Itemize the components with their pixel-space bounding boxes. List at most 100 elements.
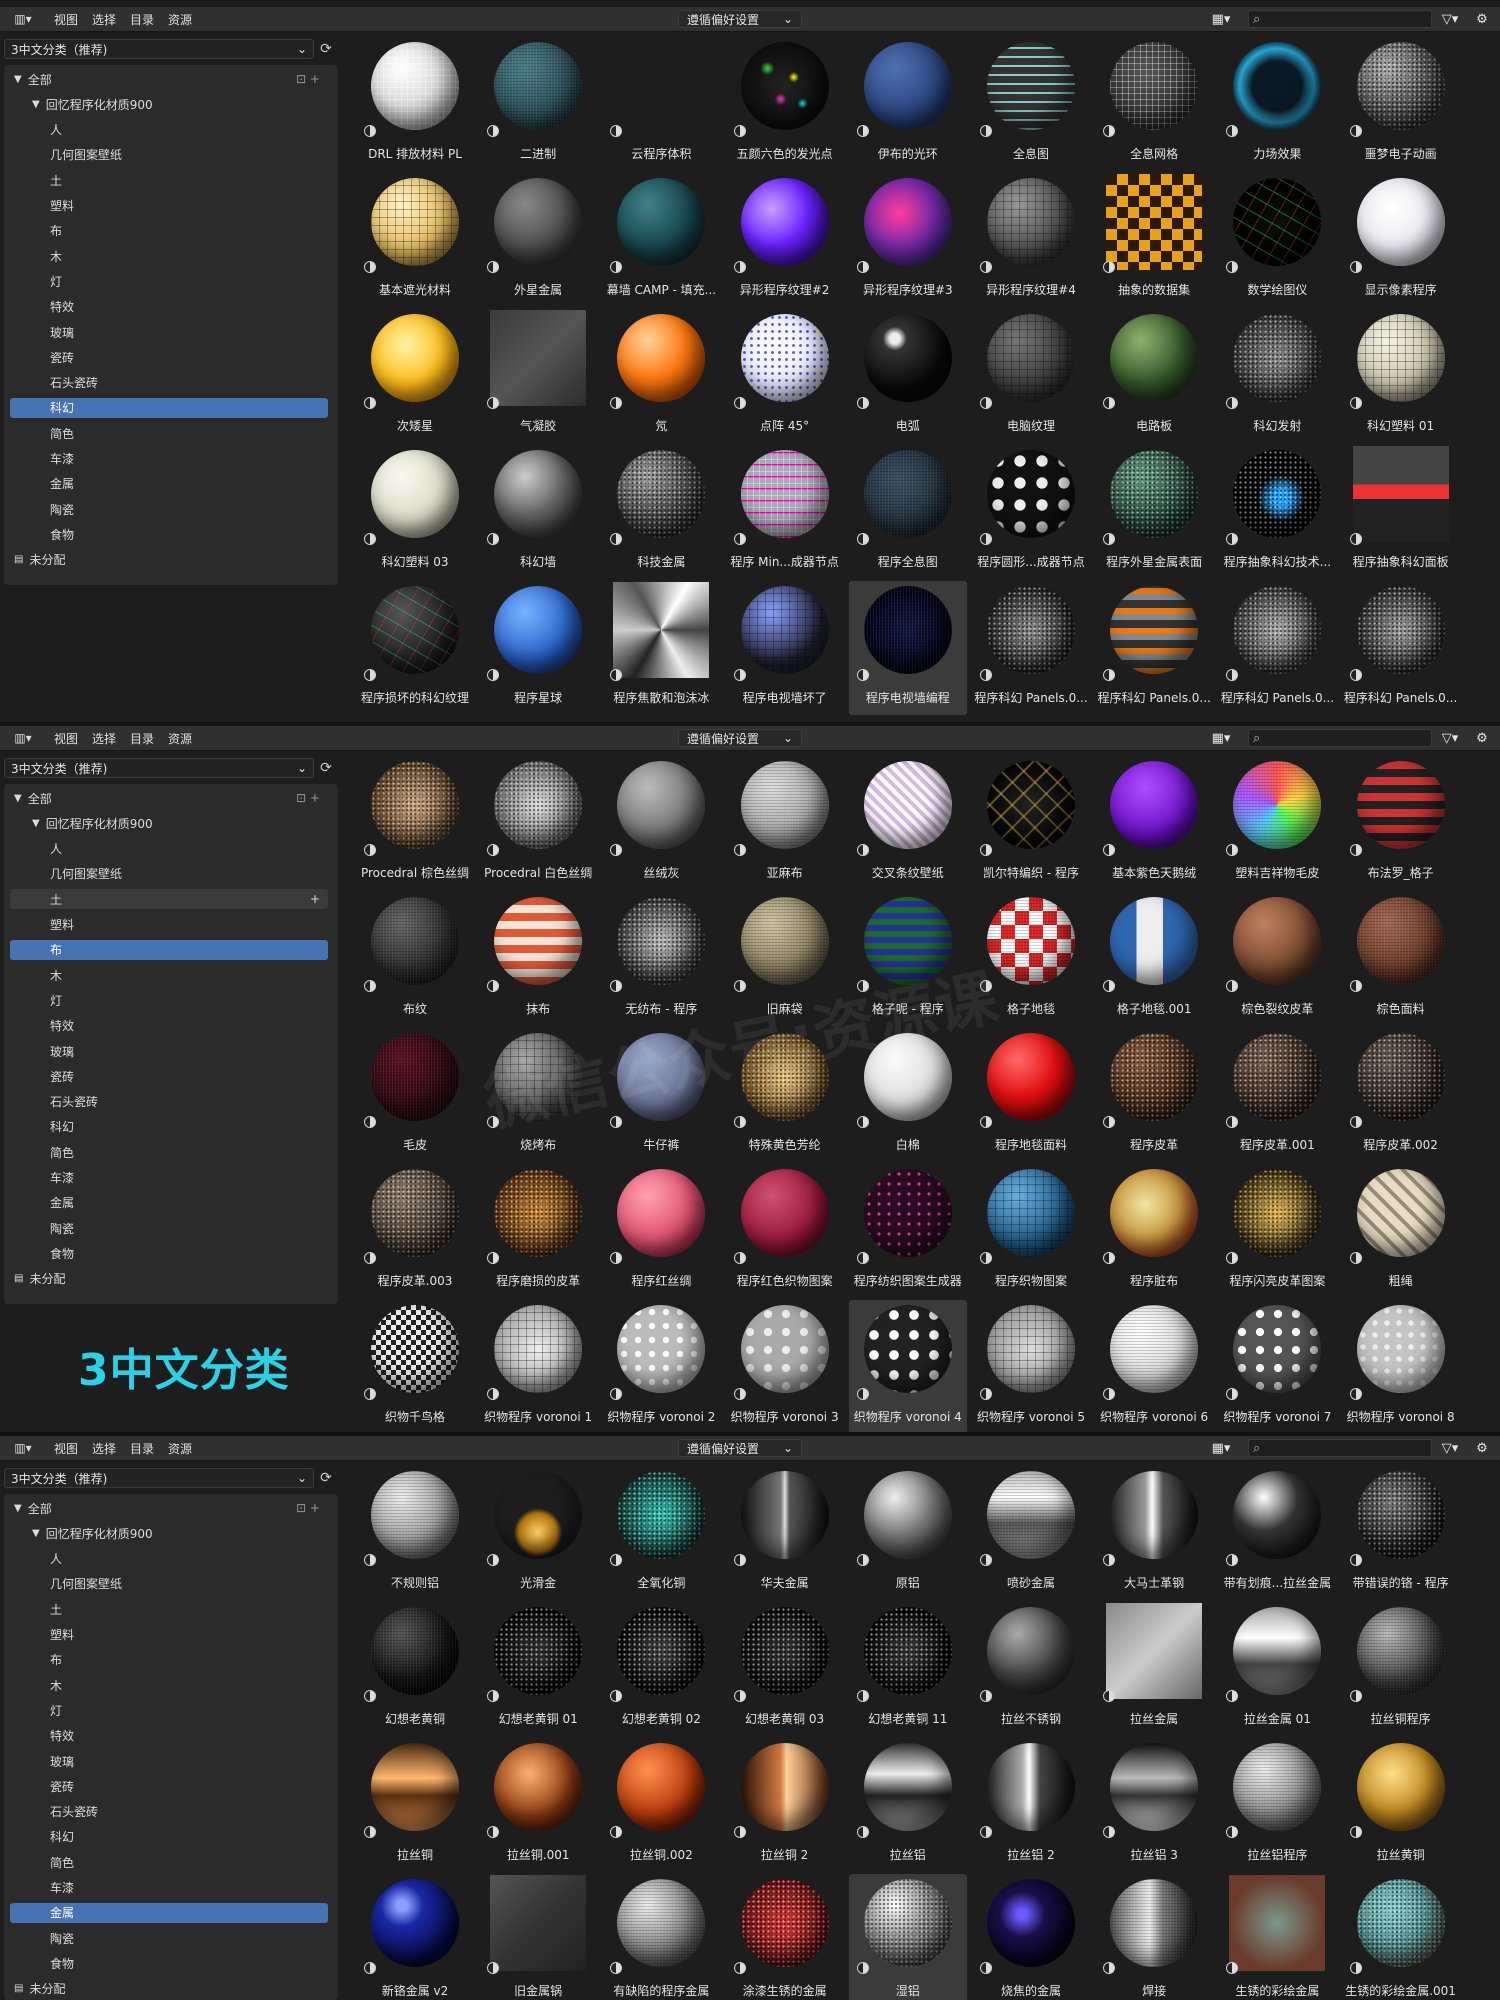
asset-tile[interactable]: 程序电视墙坏了 (726, 581, 844, 715)
asset-tile[interactable]: 幻想老黄铜 01 (479, 1602, 597, 1736)
asset-tile[interactable]: 织物程序 voronoi 5 (972, 1300, 1090, 1432)
catalog-item[interactable]: 车漆 (10, 449, 328, 469)
asset-tile[interactable]: 生锈的彩绘金属.001 (1342, 1874, 1460, 2000)
asset-tile[interactable]: 拉丝铝 3 (1095, 1738, 1213, 1872)
catalog-item[interactable]: 人 (10, 1549, 328, 1569)
catalog-item[interactable]: 特效 (10, 297, 328, 317)
asset-tile[interactable]: 显示像素程序 (1342, 173, 1460, 307)
asset-tile[interactable]: 噩梦电子动画 (1342, 37, 1460, 171)
asset-tile[interactable]: 云程序体积 (602, 37, 720, 171)
asset-tile[interactable]: 焊接 (1095, 1874, 1213, 2000)
asset-tile[interactable]: 白棉 (849, 1028, 967, 1162)
asset-tile[interactable]: 织物程序 voronoi 7 (1218, 1300, 1336, 1432)
asset-tile[interactable]: 烧烤布 (479, 1028, 597, 1162)
catalog-item[interactable]: 食物 (10, 1243, 328, 1263)
catalog-item[interactable]: 人 (10, 839, 328, 859)
asset-tile[interactable]: 有缺陷的程序金属 (602, 1874, 720, 2000)
asset-tile[interactable]: 科幻发射 (1218, 309, 1336, 443)
asset-tile[interactable]: 幻想老黄铜 03 (726, 1602, 844, 1736)
asset-tile[interactable]: 电路板 (1095, 309, 1213, 443)
asset-tile[interactable]: 无纺布 - 程序 (602, 892, 720, 1026)
asset-tile[interactable]: 拉丝黄铜 (1342, 1738, 1460, 1872)
menu-select[interactable]: 选择 (92, 1440, 116, 1457)
editor-type-icon[interactable]: ▥▾ (6, 728, 40, 748)
catalog-item[interactable]: 瓷砖 (10, 347, 328, 367)
editor-type-icon[interactable]: ▥▾ (6, 1438, 40, 1458)
library-dropdown[interactable]: 3中文分类（推荐) ⌄ (4, 758, 314, 778)
asset-tile[interactable]: 全息网格 (1095, 37, 1213, 171)
catalog-item[interactable]: 陶瓷 (10, 1928, 328, 1948)
asset-tile[interactable]: 丝绒灰 (602, 756, 720, 890)
asset-tile[interactable]: 异形程序纹理#2 (726, 173, 844, 307)
catalog-item[interactable]: 简色 (10, 1852, 328, 1872)
catalog-item[interactable]: 塑料 (10, 1625, 328, 1645)
add-catalog-icon[interactable]: ⊡ + (296, 72, 320, 86)
asset-tile[interactable]: 力场效果 (1218, 37, 1336, 171)
asset-tile[interactable]: 幻想老黄铜 11 (849, 1602, 967, 1736)
asset-tile[interactable]: 拉丝铜程序 (1342, 1602, 1460, 1736)
gear-icon[interactable]: ⚙ (1470, 729, 1494, 747)
catalog-item[interactable]: 几何图案壁纸 (10, 864, 328, 884)
add-catalog-icon[interactable]: ⊡ + (296, 791, 320, 805)
asset-tile[interactable]: 棕色裂纹皮革 (1218, 892, 1336, 1026)
gear-icon[interactable]: ⚙ (1470, 10, 1494, 28)
asset-tile[interactable]: 生锈的彩绘金属 (1218, 1874, 1336, 2000)
catalog-item[interactable]: 食物 (10, 524, 328, 544)
catalog-item[interactable]: 石头瓷砖 (10, 373, 328, 393)
asset-tile[interactable]: 科幻塑料 03 (356, 445, 474, 579)
asset-tile[interactable]: 程序皮革.003 (356, 1164, 474, 1298)
library-dropdown[interactable]: 3中文分类（推荐) ⌄ (4, 1468, 314, 1488)
catalog-item[interactable]: 土 (10, 1599, 328, 1619)
asset-tile[interactable]: 程序科幻 Panels.0... (1218, 581, 1336, 715)
add-catalog-icon[interactable]: ⊡ + (296, 1501, 320, 1515)
catalog-unassigned[interactable]: ▤ 未分配 (10, 1979, 328, 1999)
asset-tile[interactable]: 程序科幻 Panels.0... (972, 581, 1090, 715)
catalog-item[interactable]: 石头瓷砖 (10, 1092, 328, 1112)
add-icon[interactable]: + (310, 892, 320, 906)
menu-catalog[interactable]: 目录 (130, 1440, 154, 1457)
asset-tile[interactable]: 织物程序 voronoi 3 (726, 1300, 844, 1432)
catalog-item[interactable]: 几何图案壁纸 (10, 1574, 328, 1594)
filter-icon[interactable]: ▽▾ (1436, 1439, 1464, 1457)
catalog-all[interactable]: ▼ 全部 ⊡ + (10, 69, 328, 89)
asset-tile[interactable]: 程序星球 (479, 581, 597, 715)
asset-tile[interactable]: 不规则铝 (356, 1466, 474, 1600)
asset-tile[interactable]: 织物程序 voronoi 1 (479, 1300, 597, 1432)
catalog-item[interactable]: 瓷砖 (10, 1776, 328, 1796)
asset-tile[interactable]: 拉丝金属 (1095, 1602, 1213, 1736)
asset-tile[interactable]: 程序皮革 (1095, 1028, 1213, 1162)
catalog-item[interactable]: 陶瓷 (10, 499, 328, 519)
asset-tile[interactable]: 抽象的数据集 (1095, 173, 1213, 307)
asset-tile[interactable]: 程序磨损的皮革 (479, 1164, 597, 1298)
asset-tile[interactable]: 气凝胶 (479, 309, 597, 443)
asset-tile[interactable]: 原铝 (849, 1466, 967, 1600)
asset-tile[interactable]: 旧麻袋 (726, 892, 844, 1026)
catalog-item[interactable]: 木 (10, 1675, 328, 1695)
asset-tile[interactable]: 科技金属 (602, 445, 720, 579)
catalog-item[interactable]: 简色 (10, 423, 328, 443)
asset-tile[interactable]: 烧焦的金属 (972, 1874, 1090, 2000)
catalog-item[interactable]: 简色 (10, 1142, 328, 1162)
asset-tile[interactable]: 布纹 (356, 892, 474, 1026)
asset-tile[interactable]: 拉丝金属 01 (1218, 1602, 1336, 1736)
display-mode-icon[interactable]: ▦▾ (1206, 1439, 1236, 1457)
asset-tile[interactable]: 棕色面料 (1342, 892, 1460, 1026)
asset-tile[interactable]: 布法罗_格子 (1342, 756, 1460, 890)
catalog-item[interactable]: 玻璃 (10, 1751, 328, 1771)
asset-tile[interactable]: 点阵 45° (726, 309, 844, 443)
asset-tile[interactable]: 交叉条纹壁纸 (849, 756, 967, 890)
asset-tile[interactable]: 程序焦散和泡沫冰 (602, 581, 720, 715)
asset-tile[interactable]: 拉丝铜 2 (726, 1738, 844, 1872)
display-mode-icon[interactable]: ▦▾ (1206, 729, 1236, 747)
catalog-item[interactable]: 金属 (10, 1902, 328, 1923)
asset-tile[interactable]: 特殊黄色芳纶 (726, 1028, 844, 1162)
asset-tile[interactable]: 涂漆生锈的金属 (726, 1874, 844, 2000)
catalog-all[interactable]: ▼ 全部 ⊡ + (10, 788, 328, 808)
catalog-item[interactable]: 布 (10, 1650, 328, 1670)
asset-tile[interactable]: 织物程序 voronoi 2 (602, 1300, 720, 1432)
asset-tile[interactable]: Procedral 棕色丝绸 (356, 756, 474, 890)
asset-tile[interactable]: 程序皮革.002 (1342, 1028, 1460, 1162)
catalog-item[interactable]: 科幻 (10, 1827, 328, 1847)
search-input[interactable]: ⌕ (1248, 1439, 1432, 1457)
catalog-item[interactable]: 几何图案壁纸 (10, 145, 328, 165)
